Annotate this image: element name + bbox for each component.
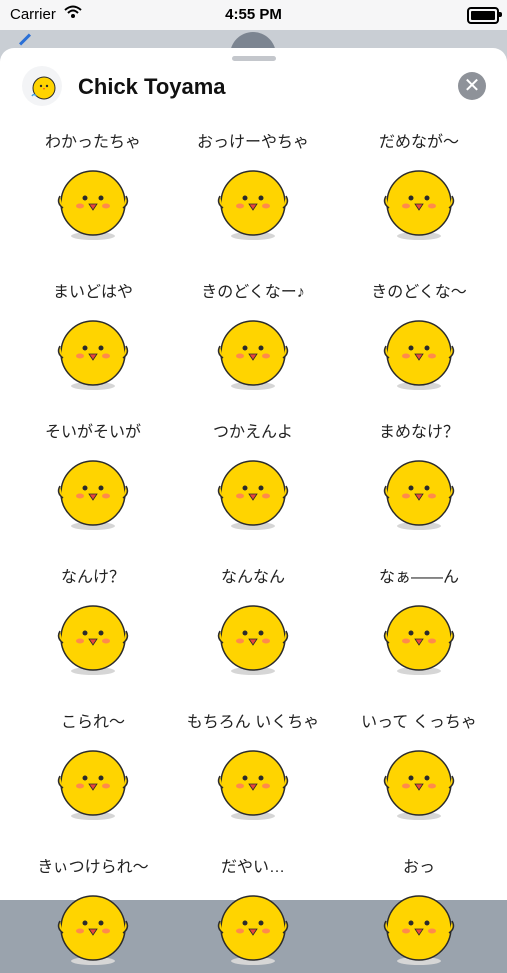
sticker[interactable]: なんなん bbox=[178, 563, 328, 683]
chick-icon bbox=[57, 460, 129, 530]
chick-icon bbox=[383, 895, 455, 965]
clock: 4:55 PM bbox=[225, 6, 282, 23]
chick-icon bbox=[217, 320, 289, 390]
close-icon: ✕ bbox=[463, 75, 481, 97]
sticker[interactable]: おっ bbox=[344, 853, 494, 973]
sticker[interactable]: おっけーやちゃ bbox=[178, 128, 328, 248]
sheet-header: Chick Toyama ✕ bbox=[0, 66, 507, 106]
chick-icon bbox=[57, 170, 129, 240]
battery-icon bbox=[467, 7, 502, 24]
chick-icon bbox=[383, 750, 455, 820]
chick-icon bbox=[383, 605, 455, 675]
sticker[interactable]: きぃつけられ～ bbox=[18, 853, 168, 973]
chick-icon bbox=[383, 320, 455, 390]
sticker[interactable]: だやい… bbox=[178, 853, 328, 973]
sticker[interactable]: なんけ？ bbox=[18, 563, 168, 683]
chick-icon bbox=[217, 750, 289, 820]
chick-icon bbox=[57, 750, 129, 820]
sheet-title: Chick Toyama bbox=[78, 74, 226, 99]
chick-app-icon bbox=[22, 66, 62, 106]
chick-icon bbox=[57, 895, 129, 965]
chick-icon bbox=[57, 605, 129, 675]
chick-icon bbox=[383, 170, 455, 240]
chick-icon bbox=[383, 460, 455, 530]
chick-icon bbox=[217, 605, 289, 675]
chick-icon bbox=[217, 460, 289, 530]
sticker[interactable]: わかったちゃ bbox=[18, 128, 168, 248]
sticker[interactable]: まめなけ？ bbox=[344, 418, 494, 538]
sticker[interactable]: もちろん いくちゃ bbox=[178, 708, 328, 828]
sticker[interactable]: なぁ——ん bbox=[344, 563, 494, 683]
sticker[interactable]: いって くっちゃ bbox=[344, 708, 494, 828]
sticker[interactable]: こられ～ bbox=[18, 708, 168, 828]
sticker[interactable]: きのどくな～ bbox=[344, 278, 494, 398]
sticker[interactable]: きのどくなー♪ bbox=[178, 278, 328, 398]
sticker-sheet: Chick Toyama ✕ わかったちゃ おっけーやちゃ だめなが～ まいどはや きの… bbox=[0, 48, 507, 965]
chick-icon bbox=[57, 320, 129, 390]
sticker[interactable]: まいどはや bbox=[18, 278, 168, 398]
sheet-grabber[interactable] bbox=[232, 56, 276, 61]
sticker[interactable]: つかえんよ bbox=[178, 418, 328, 538]
sticker[interactable]: だめなが～ bbox=[344, 128, 494, 248]
chick-icon bbox=[217, 170, 289, 240]
close-button[interactable]: ✕ bbox=[458, 72, 486, 100]
chick-icon bbox=[217, 895, 289, 965]
sticker[interactable]: そいがそいが bbox=[18, 418, 168, 538]
status-bar: Carrier 4:55 PM bbox=[0, 0, 507, 30]
